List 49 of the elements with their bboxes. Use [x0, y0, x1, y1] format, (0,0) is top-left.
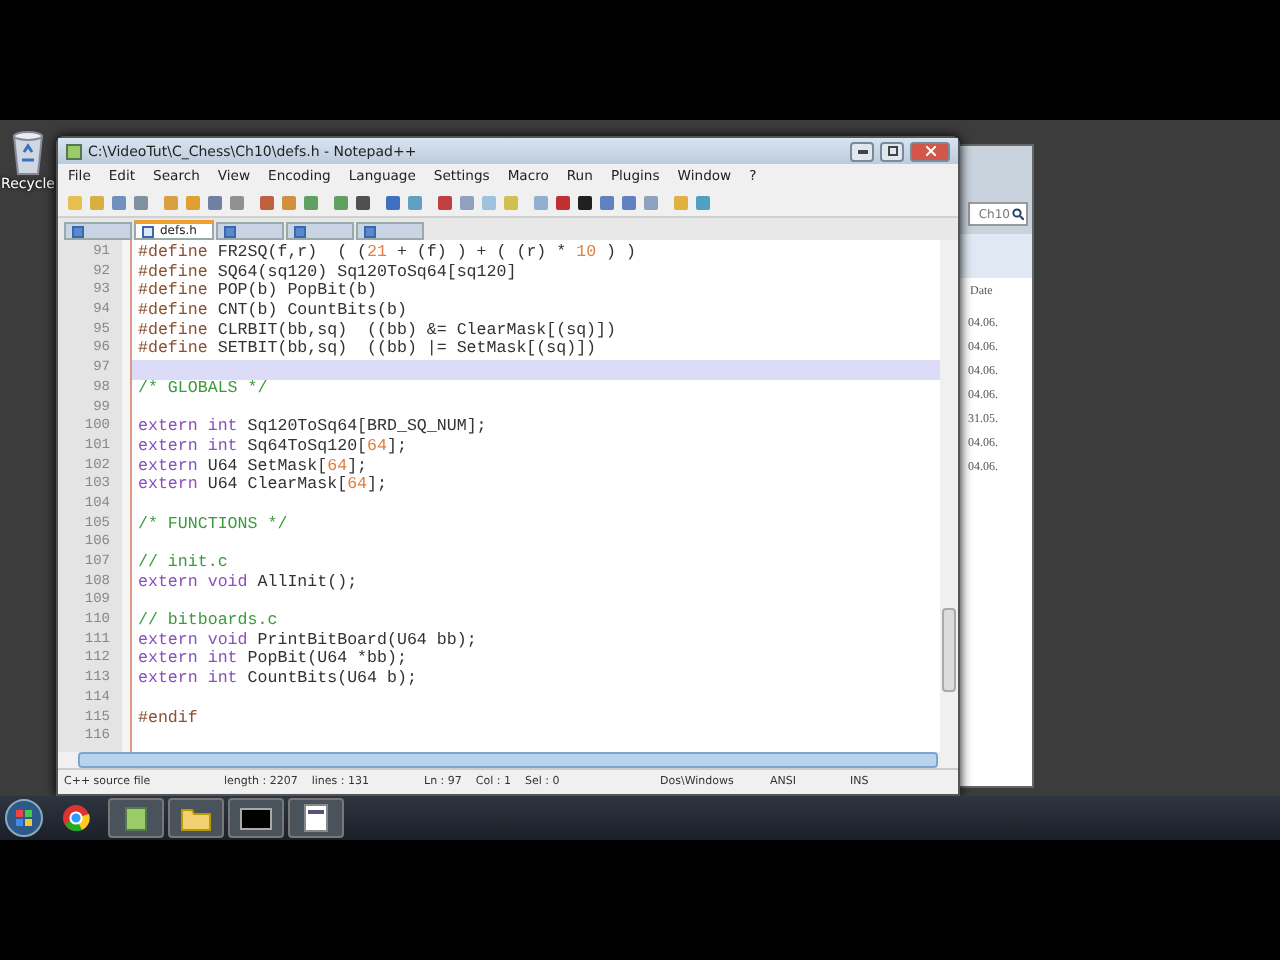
start-button-icon[interactable] [4, 798, 44, 838]
code-line: extern U64 ClearMask[64]; [136, 476, 389, 496]
code-line: #define CNT(b) CountBits(b) [136, 302, 409, 322]
code-line: extern int Sq64ToSq120[64]; [136, 437, 409, 458]
console-taskbar-button[interactable] [228, 798, 284, 838]
maximize-button[interactable] [880, 141, 904, 161]
file-tab[interactable] [216, 222, 284, 240]
file-icon [224, 225, 236, 237]
file-icon [294, 225, 306, 237]
code-line: #endif [136, 709, 200, 729]
code-line: // init.c [136, 554, 230, 574]
document-icon [304, 804, 328, 832]
code-line: extern void AllInit(); [136, 573, 360, 593]
close-icon [925, 146, 935, 156]
app-icon [66, 143, 82, 159]
vertical-scrollbar[interactable] [940, 240, 958, 752]
close-button[interactable] [910, 141, 950, 161]
folder-icon [180, 805, 212, 831]
file-tab[interactable] [286, 222, 354, 240]
browser-icon [62, 804, 90, 832]
file-icon [72, 225, 84, 237]
editor-taskbar-button[interactable] [108, 798, 164, 838]
recycle-bin-icon[interactable] [8, 128, 48, 176]
code-line: #define SQ64(sq120) Sq120ToSq64[sq120] [136, 263, 519, 282]
file-icon [364, 225, 376, 237]
code-line: extern int Sq120ToSq64[BRD_SQ_NUM]; [136, 418, 489, 438]
code-line: /* GLOBALS */ [136, 379, 270, 399]
horizontal-scrollbar[interactable] [58, 752, 958, 768]
code-line: extern int CountBits(U64 b); [136, 670, 419, 690]
file-icon [142, 225, 154, 237]
notepad-icon [122, 804, 150, 832]
code-line: /* FUNCTIONS */ [136, 515, 290, 535]
minimize-button[interactable] [850, 141, 874, 161]
code-line: extern U64 SetMask[64]; [136, 457, 370, 476]
document-taskbar-button[interactable] [288, 798, 344, 838]
code-line: #define SETBIT(bb,sq) ((bb) |= SetMask[(sq)]) [136, 340, 599, 361]
code-line: #define POP(b) PopBit(b) [136, 282, 380, 302]
maximize-icon [887, 146, 897, 156]
minimize-icon [857, 149, 867, 153]
file-tab[interactable] [356, 222, 424, 240]
file-tab[interactable] [64, 222, 132, 240]
code-line: // bitboards.c [136, 612, 280, 632]
search-icon [1012, 208, 1024, 220]
code-line: extern int PopBit(U64 *bb); [136, 650, 409, 670]
folder-taskbar-button[interactable] [168, 798, 224, 838]
code-line: extern void PrintBitBoard(U64 bb); [136, 631, 479, 650]
console-icon [240, 807, 272, 829]
code-line: #define FR2SQ(f,r) ( (21 + (f) ) + ( (r) * 10 ) ) [136, 244, 638, 264]
code-line: #define CLRBIT(bb,sq) ((bb) &= ClearMask[(sq)]) [136, 321, 618, 340]
